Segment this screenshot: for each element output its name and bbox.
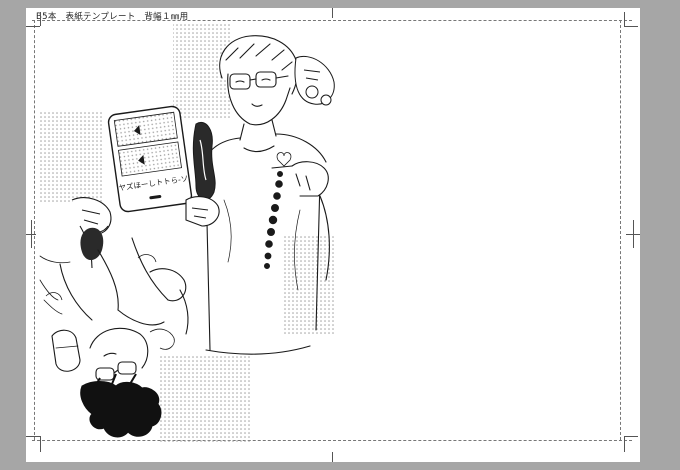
smartphone: ヤズほーしトトら-ソ: [107, 105, 193, 213]
second-figure-hair: [80, 381, 162, 438]
dark-drop: [80, 227, 104, 261]
cover-illustration: ヤズほーしトトら-ソ: [39, 24, 335, 444]
gadget-doodle: [294, 56, 335, 106]
drip-object: [192, 122, 216, 201]
screentone-patch: [40, 112, 102, 202]
screentone-patch: [282, 236, 334, 336]
screentone-patch: [160, 356, 252, 444]
